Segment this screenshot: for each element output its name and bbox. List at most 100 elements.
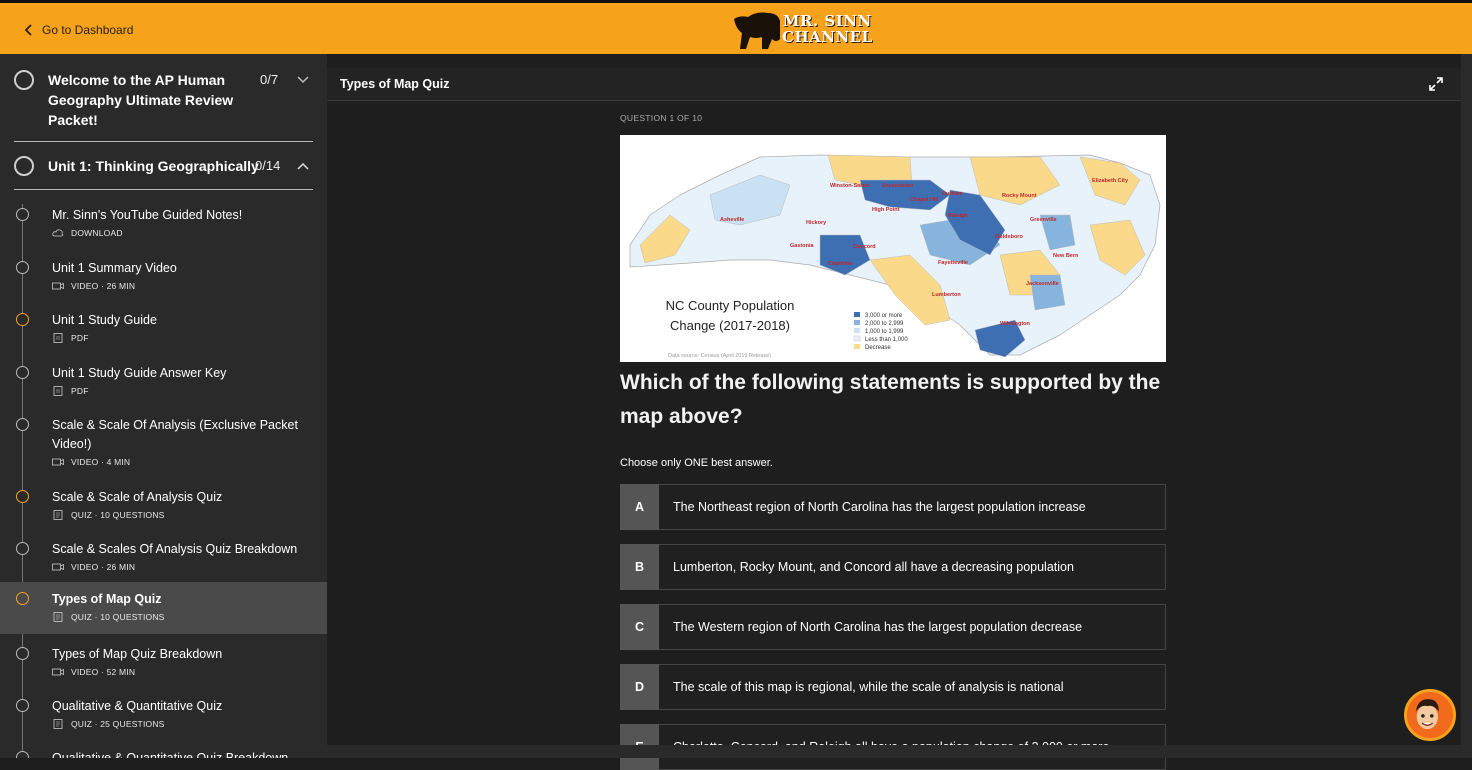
lesson-content: Types of Map Quiz QUESTION 1 OF 10 NC Co… bbox=[327, 68, 1461, 770]
lesson-title: Types of Map Quiz Breakdown bbox=[52, 647, 223, 661]
lesson-meta: VIDEO · 26 MIN bbox=[71, 281, 136, 291]
expand-icon[interactable] bbox=[1429, 77, 1443, 91]
lesson-status-dot bbox=[16, 366, 29, 379]
answer-letter: C bbox=[620, 603, 659, 650]
course-sidebar: Welcome to the AP Human Geography Ultima… bbox=[0, 54, 327, 758]
video-icon bbox=[52, 668, 64, 676]
section-progress-circle bbox=[14, 156, 34, 176]
svg-text:Less than 1,000: Less than 1,000 bbox=[865, 337, 908, 343]
section-progress-circle bbox=[14, 70, 34, 90]
lesson-title: Qualitative & Quantitative Quiz bbox=[52, 699, 223, 713]
video-icon bbox=[52, 458, 64, 466]
section-unit-1[interactable]: Unit 1: Thinking Geographically 0/14 bbox=[14, 142, 313, 190]
lesson-meta: VIDEO · 52 MIN bbox=[71, 667, 136, 677]
lesson-item-active[interactable]: Types of Map Quiz QUIZ · 10 QUESTIONS bbox=[0, 582, 327, 634]
lesson-item[interactable]: Unit 1 Summary Video VIDEO · 26 MIN bbox=[0, 251, 327, 303]
lesson-meta: QUIZ · 25 QUESTIONS bbox=[71, 719, 165, 729]
chevron-up-icon[interactable] bbox=[297, 162, 309, 170]
video-icon bbox=[52, 563, 64, 571]
answer-option-a[interactable]: A The Northeast region of North Carolina… bbox=[620, 483, 1166, 530]
svg-text:Jacksonville: Jacksonville bbox=[1026, 281, 1059, 287]
question-text: Which of the following statements is sup… bbox=[620, 371, 1161, 428]
go-to-dashboard-label: Go to Dashboard bbox=[42, 23, 134, 37]
lesson-item[interactable]: Unit 1 Study Guide PDF bbox=[0, 303, 327, 355]
lesson-status-dot bbox=[16, 542, 29, 555]
svg-text:Greensboro: Greensboro bbox=[882, 183, 914, 189]
answer-letter: D bbox=[620, 663, 659, 710]
lesson-status-dot bbox=[16, 647, 29, 660]
lesson-item[interactable]: Types of Map Quiz Breakdown VIDEO · 52 M… bbox=[0, 637, 327, 689]
lesson-item[interactable]: Unit 1 Study Guide Answer Key PDF bbox=[0, 356, 327, 408]
svg-text:Lumberton: Lumberton bbox=[932, 292, 961, 298]
quiz-icon bbox=[53, 719, 63, 729]
lesson-item[interactable]: Mr. Sinn's YouTube Guided Notes! DOWNLOA… bbox=[0, 198, 327, 250]
logo-text: MR. SINN CHANNEL bbox=[782, 12, 873, 46]
section-welcome[interactable]: Welcome to the AP Human Geography Ultima… bbox=[14, 54, 313, 142]
lesson-header: Types of Map Quiz bbox=[327, 68, 1461, 101]
svg-text:Winston-Salem: Winston-Salem bbox=[830, 183, 870, 189]
lesson-title: Mr. Sinn's YouTube Guided Notes! bbox=[52, 208, 243, 222]
svg-text:Charlotte: Charlotte bbox=[828, 261, 852, 267]
quiz-icon bbox=[53, 510, 63, 520]
question-instruction: Choose only ONE best answer. bbox=[620, 457, 773, 469]
lesson-item[interactable]: Scale & Scale of Analysis Quiz QUIZ · 10… bbox=[0, 480, 327, 532]
page-edge-right bbox=[1461, 54, 1472, 758]
page-edge-bottom bbox=[327, 745, 1461, 758]
svg-text:Change (2017-2018): Change (2017-2018) bbox=[670, 318, 790, 333]
svg-text:Elizabeth City: Elizabeth City bbox=[1092, 178, 1129, 184]
svg-text:Asheville: Asheville bbox=[720, 217, 744, 223]
svg-text:Concord: Concord bbox=[853, 244, 876, 250]
chat-avatar-button[interactable] bbox=[1404, 689, 1456, 741]
svg-text:Hickory: Hickory bbox=[806, 220, 827, 226]
document-icon bbox=[53, 333, 63, 343]
lesson-meta: DOWNLOAD bbox=[71, 228, 123, 238]
nc-county-map-graphic: NC County Population Change (2017-2018) … bbox=[629, 154, 1161, 359]
lesson-item[interactable]: Scale & Scale Of Analysis (Exclusive Pac… bbox=[0, 408, 327, 480]
quiz-icon bbox=[53, 612, 63, 622]
lesson-item[interactable]: Qualitative & Quantitative Quiz QUIZ · 2… bbox=[0, 689, 327, 741]
lesson-title: Unit 1 Study Guide Answer Key bbox=[52, 366, 227, 380]
lesson-status-dot bbox=[16, 313, 29, 326]
go-to-dashboard-link[interactable]: Go to Dashboard bbox=[24, 20, 133, 40]
lesson-item[interactable]: Scale & Scales Of Analysis Quiz Breakdow… bbox=[0, 532, 327, 584]
document-icon bbox=[53, 386, 63, 396]
answer-option-d[interactable]: D The scale of this map is regional, whi… bbox=[620, 663, 1166, 710]
lesson-item[interactable]: Qualitative & Quantitative Quiz Breakdow… bbox=[0, 741, 327, 758]
svg-text:3,000 or more: 3,000 or more bbox=[865, 313, 903, 319]
video-icon bbox=[52, 282, 64, 290]
cartoon-face-icon bbox=[1415, 699, 1439, 730]
chevron-down-icon[interactable] bbox=[297, 76, 309, 84]
svg-text:Goldsboro: Goldsboro bbox=[995, 234, 1023, 240]
section-title: Welcome to the AP Human Geography Ultima… bbox=[48, 72, 234, 128]
top-bar: Go to Dashboard MR. SINN CHANNEL bbox=[0, 0, 1472, 54]
lesson-meta: VIDEO · 4 MIN bbox=[71, 457, 131, 467]
svg-text:Durham: Durham bbox=[942, 191, 963, 197]
lesson-title: Unit 1 Summary Video bbox=[52, 261, 177, 275]
lesson-header-title: Types of Map Quiz bbox=[340, 77, 450, 91]
svg-text:1,000 to 1,999: 1,000 to 1,999 bbox=[865, 329, 904, 335]
section-count: 0/14 bbox=[255, 158, 281, 173]
svg-text:NC County Population: NC County Population bbox=[666, 298, 795, 313]
svg-text:Raleigh: Raleigh bbox=[948, 213, 969, 219]
chevron-left-icon bbox=[24, 24, 32, 36]
lesson-meta: PDF bbox=[71, 333, 89, 343]
answer-option-b[interactable]: B Lumberton, Rocky Mount, and Concord al… bbox=[620, 543, 1166, 590]
lesson-meta: VIDEO · 26 MIN bbox=[71, 562, 136, 572]
answer-option-c[interactable]: C The Western region of North Carolina h… bbox=[620, 603, 1166, 650]
answer-letter: B bbox=[620, 543, 659, 590]
answer-text: Lumberton, Rocky Mount, and Concord all … bbox=[673, 560, 1074, 574]
svg-text:Wilmington: Wilmington bbox=[1000, 321, 1031, 327]
lesson-meta: QUIZ · 10 QUESTIONS bbox=[71, 612, 165, 622]
mr-sinn-channel-logo[interactable]: MR. SINN CHANNEL bbox=[732, 9, 872, 51]
answer-text: The Western region of North Carolina has… bbox=[673, 620, 1083, 634]
lesson-status-dot bbox=[16, 751, 29, 758]
svg-text:New Bern: New Bern bbox=[1053, 253, 1079, 259]
svg-text:Chapel Hill: Chapel Hill bbox=[910, 197, 939, 203]
lesson-title: Scale & Scales Of Analysis Quiz Breakdow… bbox=[52, 542, 298, 556]
section-count: 0/7 bbox=[260, 72, 279, 87]
svg-text:Decrease: Decrease bbox=[865, 345, 891, 351]
lesson-title: Unit 1 Study Guide bbox=[52, 313, 157, 327]
lesson-status-dot bbox=[16, 592, 29, 605]
svg-text:Fayetteville: Fayetteville bbox=[938, 260, 968, 266]
lesson-title: Qualitative & Quantitative Quiz Breakdow… bbox=[52, 751, 289, 758]
